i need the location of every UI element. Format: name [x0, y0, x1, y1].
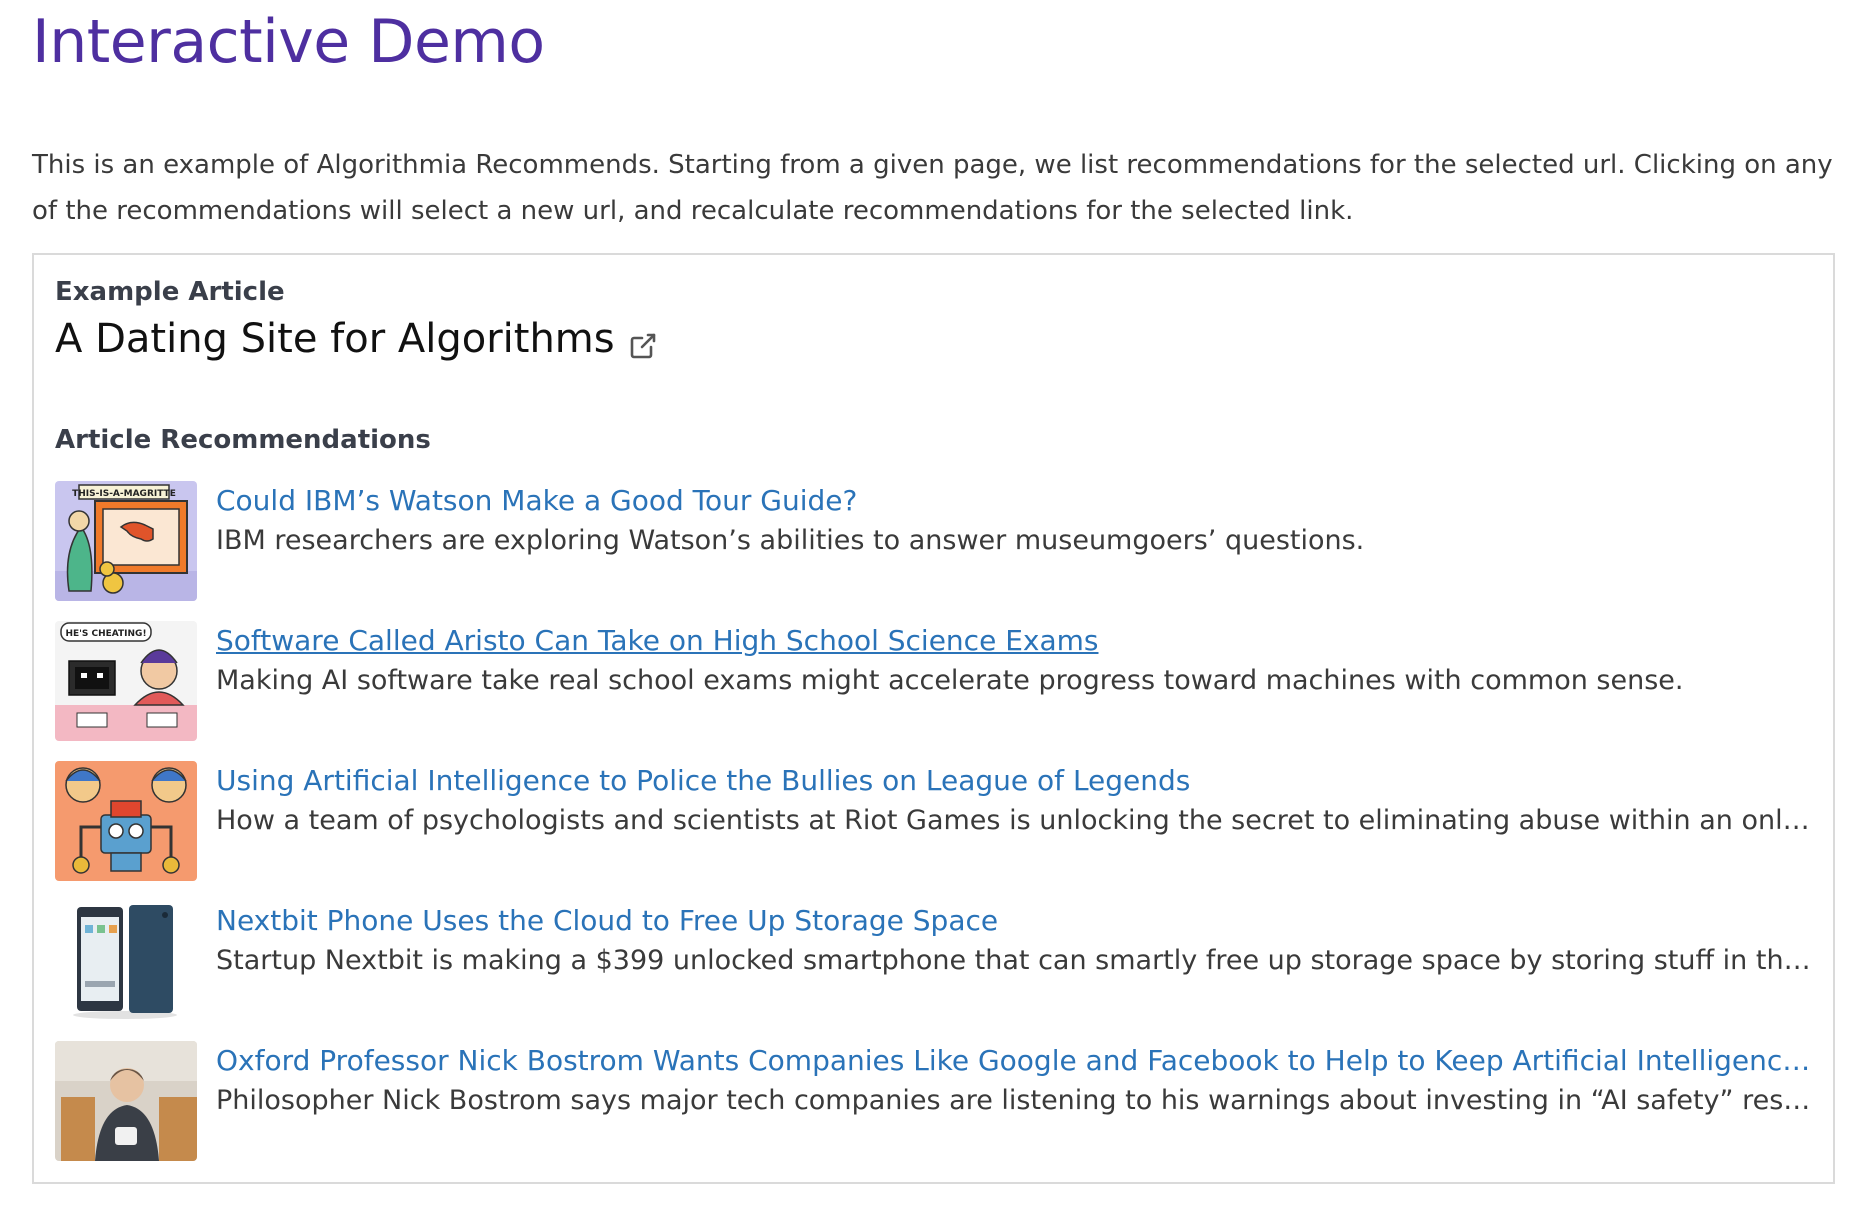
recommendation-link[interactable]: Could IBM’s Watson Make a Good Tour Guid… — [216, 481, 1813, 521]
demo-panel-content: Example Article A Dating Site for Algori… — [55, 275, 1813, 1181]
example-article-title-row: A Dating Site for Algorithms — [55, 313, 1813, 365]
thumbnail-nick-bostrom[interactable] — [55, 1041, 197, 1161]
recommendation-text: Could IBM’s Watson Make a Good Tour Guid… — [216, 481, 1813, 621]
external-link-icon[interactable] — [627, 323, 659, 359]
list-item: HE'S CHEATING! Software Called Aristo Ca… — [55, 621, 1813, 761]
recommendation-description: Startup Nextbit is making a $399 unlocke… — [216, 945, 1813, 976]
example-article-label: Example Article — [55, 277, 285, 307]
page-title: Interactive Demo — [32, 7, 545, 77]
thumbnail-aristo[interactable]: HE'S CHEATING! — [55, 621, 197, 741]
list-item: Nextbit Phone Uses the Cloud to Free Up … — [55, 901, 1813, 1041]
recommendation-link[interactable]: Software Called Aristo Can Take on High … — [216, 621, 1813, 661]
list-item: THIS-IS-A-MAGRITTE Could IBM’s Watson Ma… — [55, 481, 1813, 621]
svg-text:HE'S CHEATING!: HE'S CHEATING! — [65, 629, 146, 639]
recommendation-text: Oxford Professor Nick Bostrom Wants Comp… — [216, 1041, 1813, 1181]
recommendation-description: IBM researchers are exploring Watson’s a… — [216, 525, 1365, 556]
recommendation-description: Philosopher Nick Bostrom says major tech… — [216, 1085, 1813, 1116]
example-article-title: A Dating Site for Algorithms — [55, 316, 615, 362]
demo-panel: Example Article A Dating Site for Algori… — [32, 253, 1835, 1184]
recommendation-link[interactable]: Oxford Professor Nick Bostrom Wants Comp… — [216, 1041, 1813, 1081]
page: Interactive Demo This is an example of A… — [32, 0, 1842, 1184]
article-recommendations-label: Article Recommendations — [55, 425, 431, 455]
svg-text:THIS-IS-A-MAGRITTE: THIS-IS-A-MAGRITTE — [72, 489, 176, 499]
recommendation-text: Nextbit Phone Uses the Cloud to Free Up … — [216, 901, 1813, 1041]
recommendation-description: Making AI software take real school exam… — [216, 665, 1684, 696]
thumbnail-magritte[interactable]: THIS-IS-A-MAGRITTE — [55, 481, 197, 601]
recommendation-list: THIS-IS-A-MAGRITTE Could IBM’s Watson Ma… — [55, 481, 1813, 1181]
recommendation-link[interactable]: Using Artificial Intelligence to Police … — [216, 761, 1813, 801]
recommendation-text: Software Called Aristo Can Take on High … — [216, 621, 1813, 761]
recommendation-link[interactable]: Nextbit Phone Uses the Cloud to Free Up … — [216, 901, 1813, 941]
list-item: Oxford Professor Nick Bostrom Wants Comp… — [55, 1041, 1813, 1181]
recommendation-text: Using Artificial Intelligence to Police … — [216, 761, 1813, 901]
thumbnail-league-of-legends[interactable] — [55, 761, 197, 881]
thumbnail-nextbit-phone[interactable] — [55, 901, 197, 1021]
recommendation-description: How a team of psychologists and scientis… — [216, 805, 1813, 836]
intro-paragraph: This is an example of Algorithmia Recomm… — [32, 150, 1833, 226]
list-item: Using Artificial Intelligence to Police … — [55, 761, 1813, 901]
